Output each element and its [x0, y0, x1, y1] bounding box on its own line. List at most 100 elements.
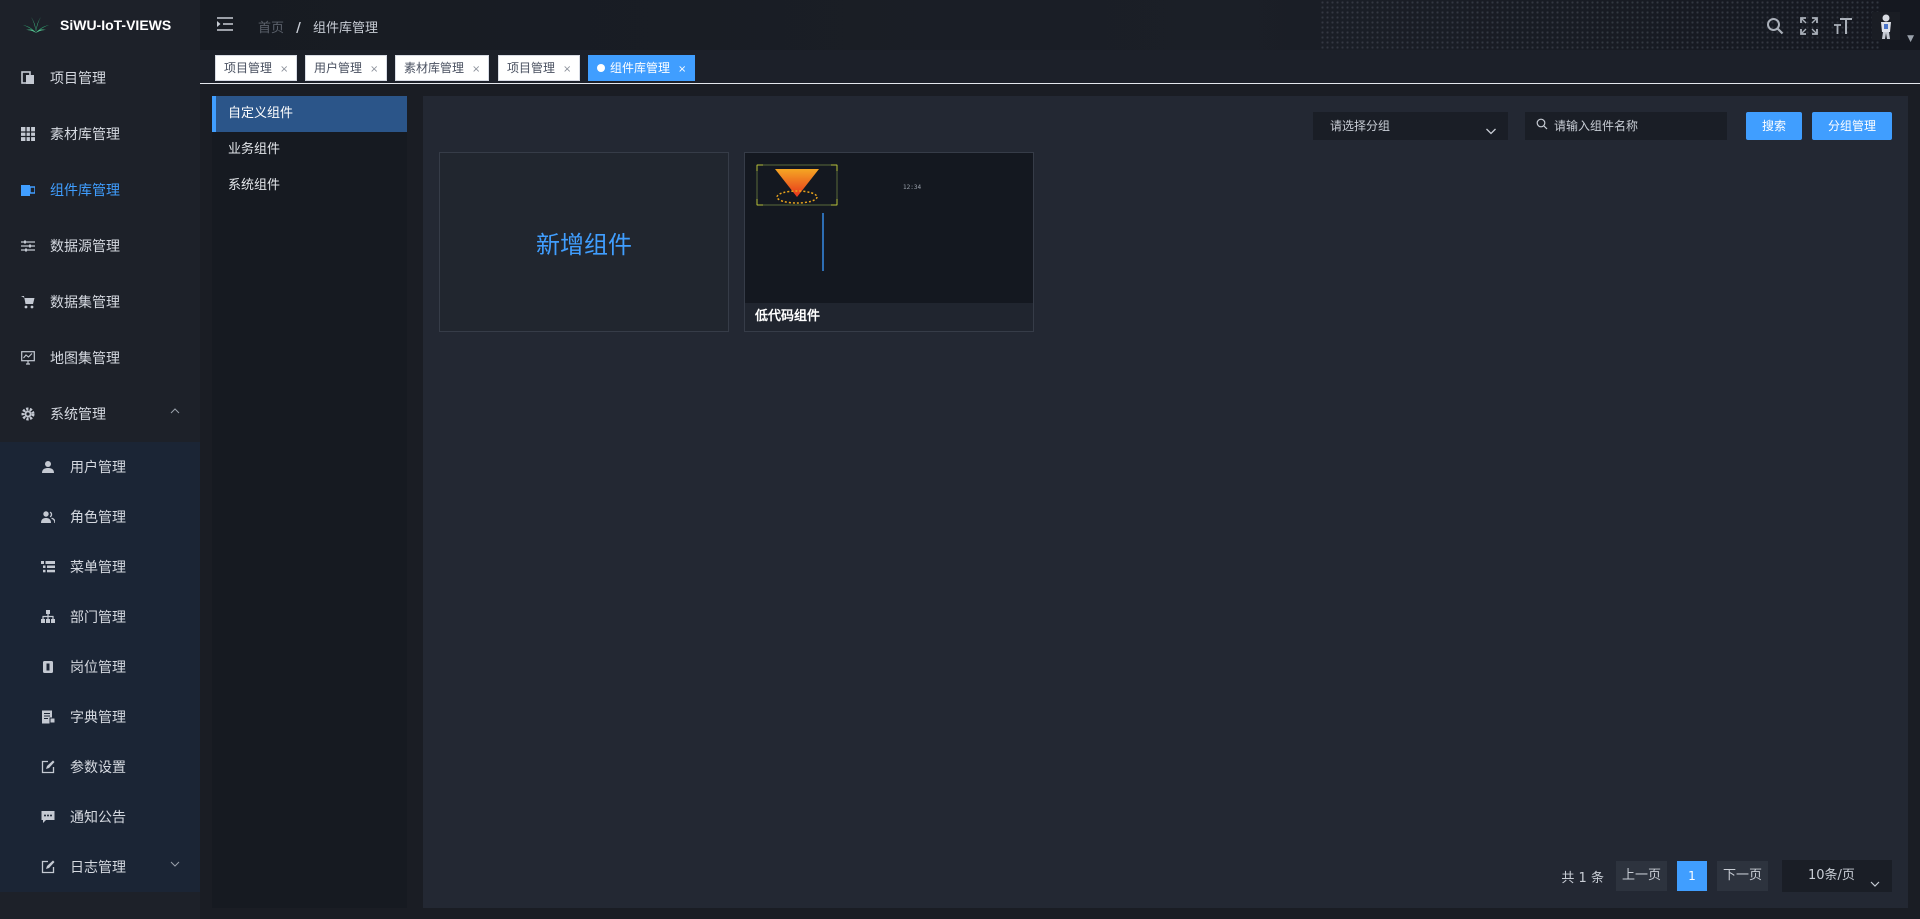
sidebar-item-datasource[interactable]: 数据源管理: [0, 218, 200, 274]
edit-icon: [40, 759, 56, 775]
sidebar-item-dataset[interactable]: 数据集管理: [0, 274, 200, 330]
sidebar-item-label: 日志管理: [70, 860, 126, 876]
category-system[interactable]: 系统组件: [212, 168, 407, 204]
tab-material[interactable]: 素材库管理 ×: [395, 55, 490, 81]
brand[interactable]: SiWU-IoT-VIEWS: [0, 0, 200, 50]
category-business[interactable]: 业务组件: [212, 132, 407, 168]
sidebar-item-label: 项目管理: [50, 71, 106, 87]
page-number-button[interactable]: 1: [1676, 861, 1707, 891]
component-name-input[interactable]: [1554, 119, 1724, 133]
sidebar-item-label: 素材库管理: [50, 127, 120, 143]
search-icon[interactable]: [1764, 15, 1786, 37]
sidebar-item-label: 字典管理: [70, 710, 126, 726]
sidebar-item-label: 参数设置: [70, 760, 126, 776]
component-preview-image: 12:34: [756, 164, 921, 271]
search-box: [1525, 112, 1727, 140]
top-header: 首页 / 组件库管理 ▼: [200, 0, 1920, 50]
sidebar-item-dept[interactable]: 部门管理: [0, 592, 200, 642]
logo-icon: [23, 17, 49, 33]
fullscreen-icon[interactable]: [1798, 15, 1820, 37]
chevron-down-icon: [1870, 870, 1880, 902]
sidebar-item-notice[interactable]: 通知公告: [0, 792, 200, 842]
group-manage-button[interactable]: 分组管理: [1812, 112, 1892, 140]
tab-label: 用户管理: [314, 61, 363, 75]
chevron-down-icon: [1485, 120, 1497, 146]
group-select[interactable]: 请选择分组: [1313, 112, 1508, 140]
tab-label: 项目管理: [224, 61, 273, 75]
users-icon: [40, 509, 56, 525]
sidebar: SiWU-IoT-VIEWS 项目管理 素材库管理 组件库管理 数据源管理 数据…: [0, 0, 200, 919]
tab-project-2[interactable]: 项目管理 ×: [498, 55, 581, 81]
sidebar-item-dict[interactable]: 字典管理: [0, 692, 200, 742]
category-custom[interactable]: 自定义组件: [212, 96, 407, 132]
tab-label: 项目管理: [507, 61, 556, 75]
category-panel: 自定义组件 业务组件 系统组件: [212, 96, 407, 908]
sidebar-item-system[interactable]: 系统管理: [0, 386, 200, 442]
page-size-select[interactable]: 10条/页: [1782, 860, 1892, 892]
sidebar-item-label: 岗位管理: [70, 660, 126, 676]
add-component-label: 新增组件: [536, 230, 632, 259]
sidebar-item-log[interactable]: 日志管理: [0, 842, 200, 892]
component-thumbnail: 12:34: [745, 153, 1033, 303]
close-icon[interactable]: ×: [280, 64, 288, 75]
search-button[interactable]: 搜索: [1746, 112, 1802, 140]
breadcrumb-home[interactable]: 首页: [258, 21, 284, 36]
active-dot-icon: [597, 64, 605, 72]
component-card[interactable]: 12:34 低代码组件: [744, 152, 1034, 332]
close-icon[interactable]: ×: [563, 64, 571, 75]
close-icon[interactable]: ×: [472, 64, 480, 75]
chevron-up-icon: [170, 406, 180, 419]
sidebar-item-label: 地图集管理: [50, 351, 120, 367]
sidebar-item-map[interactable]: 地图集管理: [0, 330, 200, 386]
pagination-total: 共 1 条: [1561, 870, 1604, 886]
system-submenu: 用户管理 角色管理 菜单管理 部门管理 岗位管理 字典管理 参数设置 通知公告 …: [0, 442, 200, 892]
menu-toggle-icon[interactable]: [216, 16, 234, 36]
component-icon: [20, 182, 36, 198]
org-tree-icon: [40, 609, 56, 625]
close-icon[interactable]: ×: [678, 64, 686, 75]
tab-user[interactable]: 用户管理 ×: [305, 55, 388, 81]
tab-label: 组件库管理: [610, 61, 671, 75]
brand-name: SiWU-IoT-VIEWS: [60, 17, 172, 33]
post-icon: [40, 659, 56, 675]
prev-page-button[interactable]: 上一页: [1615, 861, 1667, 891]
page-size-value: 10条/页: [1808, 868, 1855, 883]
chevron-down-icon: [170, 859, 180, 872]
message-icon: [40, 809, 56, 825]
sidebar-item-menu[interactable]: 菜单管理: [0, 542, 200, 592]
sidebar-item-label: 系统管理: [50, 407, 106, 423]
grid-icon: [20, 126, 36, 142]
sidebar-item-project[interactable]: 项目管理: [0, 50, 200, 106]
cart-icon: [20, 294, 36, 310]
avatar[interactable]: ▼: [1872, 12, 1914, 44]
header-tools: ▼: [1752, 12, 1914, 44]
sidebar-item-component[interactable]: 组件库管理: [0, 162, 200, 218]
document-icon: [20, 70, 36, 86]
tab-component[interactable]: 组件库管理 ×: [588, 55, 696, 81]
sidebar-item-label: 部门管理: [70, 610, 126, 626]
gear-icon: [20, 406, 36, 422]
next-page-button[interactable]: 下一页: [1716, 861, 1768, 891]
tab-project[interactable]: 项目管理 ×: [215, 55, 298, 81]
close-icon[interactable]: ×: [370, 64, 378, 75]
sidebar-item-label: 组件库管理: [50, 183, 120, 199]
sidebar-item-material[interactable]: 素材库管理: [0, 106, 200, 162]
sidebar-item-label: 通知公告: [70, 810, 126, 826]
thumb-time-text: 12:34: [903, 184, 921, 191]
user-icon: [40, 459, 56, 475]
search-icon: [1536, 118, 1548, 134]
component-name: 低代码组件: [745, 303, 1033, 331]
sidebar-item-config[interactable]: 参数设置: [0, 742, 200, 792]
sidebar-item-label: 数据源管理: [50, 239, 120, 255]
dictionary-icon: [40, 709, 56, 725]
sidebar-item-role[interactable]: 角色管理: [0, 492, 200, 542]
sidebar-item-user[interactable]: 用户管理: [0, 442, 200, 492]
add-component-card[interactable]: 新增组件: [439, 152, 729, 332]
font-size-icon[interactable]: [1832, 15, 1854, 37]
sidebar-item-label: 用户管理: [70, 460, 126, 476]
breadcrumb-current: 组件库管理: [313, 21, 379, 36]
log-icon: [40, 859, 56, 875]
caret-down-icon: ▼: [1907, 34, 1914, 44]
sidebar-item-post[interactable]: 岗位管理: [0, 642, 200, 692]
component-panel: 请选择分组 搜索 分组管理 新增组件: [423, 96, 1908, 908]
